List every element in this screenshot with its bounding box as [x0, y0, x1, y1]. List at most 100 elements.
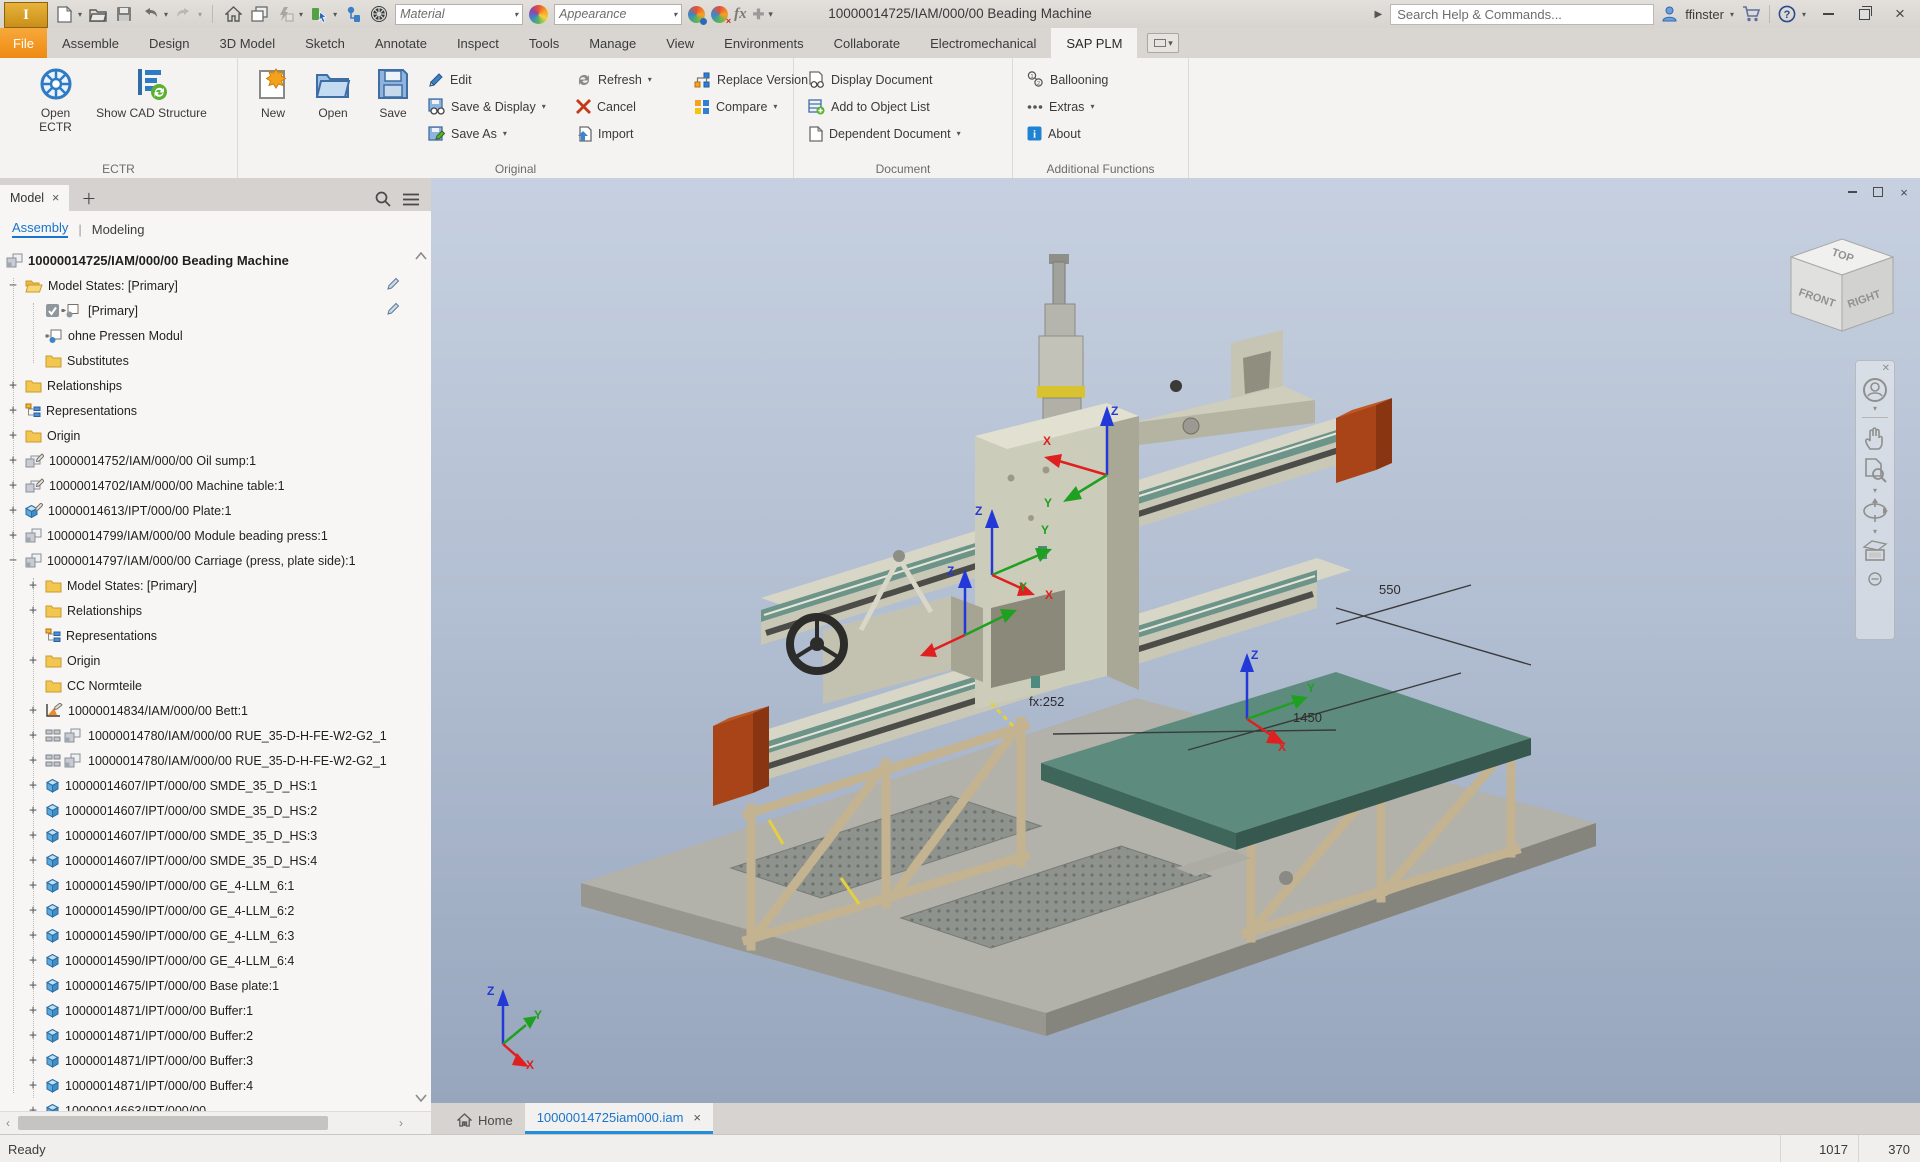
select-tool-icon[interactable] — [309, 4, 329, 24]
tree-item[interactable]: +10000014780/IAM/000/00 RUE_35-D-H-FE-W2… — [0, 723, 410, 748]
tree-item[interactable]: 10000014725/IAM/000/00 Beading Machine — [0, 248, 410, 273]
redo-dropdown[interactable]: ▾ — [198, 10, 202, 19]
browser-add-tab-button[interactable]: ＋ — [69, 185, 108, 211]
tree-expander-icon[interactable]: + — [26, 603, 40, 618]
tree-expander-icon[interactable]: + — [26, 753, 40, 768]
tree-item[interactable]: +10000014590/IPT/000/00 GE_4-LLM_6:3 — [0, 923, 410, 948]
tree-item[interactable]: +10000014780/IAM/000/00 RUE_35-D-H-FE-W2… — [0, 748, 410, 773]
tree-item[interactable]: +10000014752/IAM/000/00 Oil sump:1 — [0, 448, 410, 473]
adjust-appearance-icon[interactable] — [688, 6, 705, 23]
redo-icon[interactable] — [174, 4, 194, 24]
tree-item[interactable]: +Model States: [Primary] — [0, 573, 410, 598]
tree-expander-icon[interactable]: + — [26, 778, 40, 793]
ribbon-tab-collaborate[interactable]: Collaborate — [819, 28, 916, 58]
copy-screen-icon[interactable] — [249, 4, 269, 24]
parameters-icon[interactable] — [275, 4, 295, 24]
tree-item[interactable]: +Origin — [0, 423, 410, 448]
help-search-input[interactable]: Search Help & Commands... — [1390, 4, 1654, 25]
ribbon-tab-annotate[interactable]: Annotate — [360, 28, 442, 58]
refresh-button[interactable]: Refresh▾ — [570, 66, 688, 93]
tree-item[interactable]: ohne Pressen Modul — [0, 323, 410, 348]
beading-machine-model[interactable] — [431, 178, 1920, 1103]
tree-expander-icon[interactable]: + — [26, 653, 40, 668]
ribbon-tab-assemble[interactable]: Assemble — [47, 28, 134, 58]
home-tab[interactable]: Home — [445, 1106, 525, 1134]
tree-expander-icon[interactable]: + — [6, 453, 20, 468]
about-button[interactable]: iAbout — [1021, 120, 1116, 147]
parameters-dropdown[interactable]: ▾ — [299, 10, 303, 19]
navbar-customize-icon[interactable] — [1868, 572, 1882, 586]
tree-item[interactable]: −Model States: [Primary] — [0, 273, 410, 298]
ribbon-tab-view[interactable]: View — [651, 28, 709, 58]
select-tool-dropdown[interactable]: ▾ — [333, 10, 337, 19]
display-document-button[interactable]: Display Document — [802, 66, 969, 93]
tree-item[interactable]: Representations — [0, 623, 410, 648]
navigation-wheel-dropdown[interactable]: ▾ — [1873, 404, 1877, 413]
tree-expander-icon[interactable]: + — [6, 428, 20, 443]
save-as-button[interactable]: Save As▾ — [422, 120, 570, 147]
ribbon-tab-electromechanical[interactable]: Electromechanical — [915, 28, 1051, 58]
tree-item[interactable]: +10000014613/IPT/000/00 Plate:1 — [0, 498, 410, 523]
orbit-dropdown[interactable]: ▾ — [1873, 527, 1877, 536]
import-button[interactable]: Import — [570, 120, 688, 147]
user-name[interactable]: ffinster — [1685, 7, 1724, 22]
navbar-close-icon[interactable]: ✕ — [1878, 361, 1894, 376]
tree-expander-icon[interactable]: + — [26, 928, 40, 943]
ribbon-tab-3d-model[interactable]: 3D Model — [205, 28, 291, 58]
ribbon-tab-file[interactable]: File — [0, 28, 47, 58]
tree-item[interactable]: +10000014702/IAM/000/00 Machine table:1 — [0, 473, 410, 498]
tree-expander-icon[interactable]: + — [26, 1078, 40, 1093]
tree-expander-icon[interactable]: + — [26, 728, 40, 743]
ribbon-tab-environments[interactable]: Environments — [709, 28, 818, 58]
color-wheel-icon[interactable] — [529, 5, 548, 24]
tree-item[interactable]: +10000014871/IPT/000/00 Buffer:3 — [0, 1048, 410, 1073]
subtab-assembly[interactable]: Assembly — [12, 220, 68, 238]
dependent-document-button[interactable]: Dependent Document▾ — [802, 120, 969, 147]
restore-button[interactable] — [1850, 3, 1878, 25]
undo-dropdown[interactable]: ▾ — [164, 10, 168, 19]
tree-expander-icon[interactable]: − — [6, 278, 20, 293]
tree-expander-icon[interactable]: + — [26, 1028, 40, 1043]
add-qat-icon[interactable]: ✚ — [753, 6, 765, 23]
edit-pencil-icon[interactable] — [387, 277, 400, 290]
new-file-dropdown[interactable]: ▾ — [78, 10, 82, 19]
tree-expander-icon[interactable]: + — [6, 378, 20, 393]
extras-button[interactable]: Extras▾ — [1021, 93, 1116, 120]
close-button[interactable]: × — [1886, 3, 1914, 25]
tree-expander-icon[interactable]: + — [26, 578, 40, 593]
tree-item[interactable]: +Representations — [0, 398, 410, 423]
tree-item[interactable]: CC Normteile — [0, 673, 410, 698]
tree-item[interactable]: +10000014590/IPT/000/00 GE_4-LLM_6:2 — [0, 898, 410, 923]
tree-expander-icon[interactable]: − — [6, 553, 20, 568]
tree-item[interactable]: Substitutes — [0, 348, 410, 373]
view-cube[interactable]: TOP FRONT RIGHT — [1789, 233, 1901, 357]
tree-expander-icon[interactable]: + — [6, 478, 20, 493]
save-button[interactable]: Save — [364, 64, 422, 120]
browser-menu-icon[interactable] — [403, 193, 419, 206]
browser-hscrollbar[interactable]: ‹ › — [0, 1111, 431, 1134]
clear-appearance-icon[interactable]: × — [711, 6, 728, 23]
orbit-icon[interactable] — [1861, 498, 1889, 524]
pan-icon[interactable] — [1862, 425, 1888, 451]
tree-expander-icon[interactable]: + — [26, 1053, 40, 1068]
document-tab-close-icon[interactable]: × — [693, 1110, 701, 1125]
add-to-object-list-button[interactable]: Add to Object List — [802, 93, 969, 120]
fx-parameters-icon[interactable]: fx — [734, 6, 747, 23]
doc-close-icon[interactable]: × — [1896, 184, 1912, 200]
ribbon-tab-design[interactable]: Design — [134, 28, 204, 58]
tree-item[interactable]: +10000014607/IPT/000/00 SMDE_35_D_HS:4 — [0, 848, 410, 873]
tree-expander-icon[interactable]: + — [26, 803, 40, 818]
tree-item[interactable]: +Origin — [0, 648, 410, 673]
cart-icon[interactable] — [1742, 6, 1761, 22]
zoom-icon[interactable] — [1862, 457, 1888, 483]
tree-expander-icon[interactable]: + — [26, 978, 40, 993]
doc-minimize-icon[interactable] — [1844, 184, 1860, 200]
ribbon-tab-sketch[interactable]: Sketch — [290, 28, 360, 58]
tree-item[interactable]: +10000014675/IPT/000/00 Base plate:1 — [0, 973, 410, 998]
tree-expander-icon[interactable]: + — [6, 528, 20, 543]
tree-expander-icon[interactable]: + — [26, 878, 40, 893]
document-tab-active[interactable]: 10000014725iam000.iam × — [525, 1103, 713, 1134]
hscroll-thumb[interactable] — [18, 1116, 328, 1130]
hscroll-right-icon[interactable]: › — [393, 1116, 409, 1130]
tree-item[interactable]: +10000014834/IAM/000/00 Bett:1 — [0, 698, 410, 723]
